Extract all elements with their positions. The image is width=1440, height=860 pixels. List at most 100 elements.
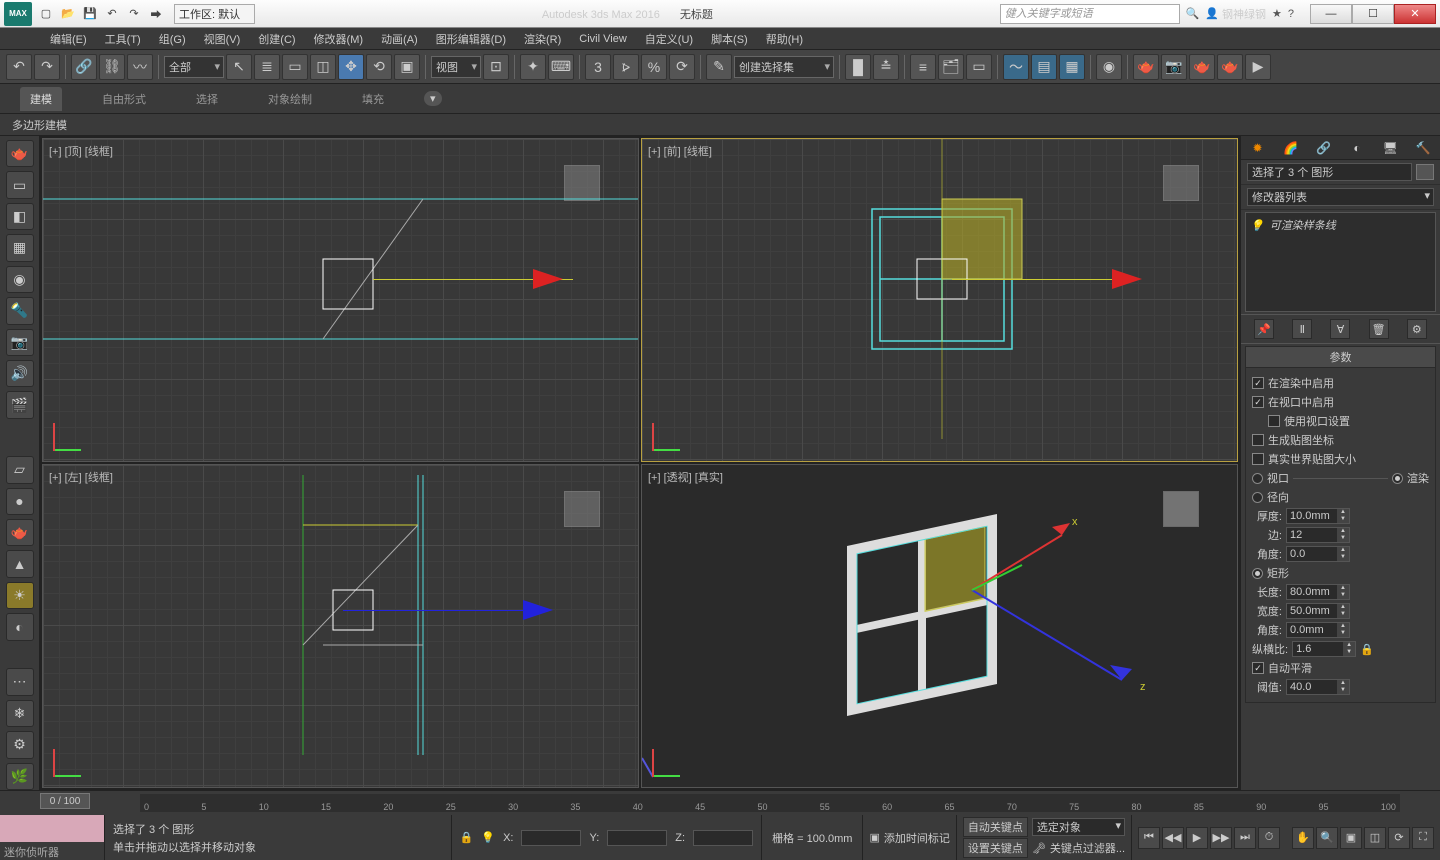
add-time-tag[interactable]: 添加时间标记 — [884, 830, 950, 846]
redo-button[interactable]: ↷ — [34, 54, 60, 80]
enable-viewport-checkbox[interactable] — [1252, 396, 1264, 408]
select-object-button[interactable]: ↖ — [226, 54, 252, 80]
utilities-tab-icon[interactable]: 🔨 — [1414, 139, 1432, 157]
redo-icon[interactable]: ↷ — [124, 4, 144, 24]
search-icon[interactable]: 🔍 — [1186, 7, 1200, 20]
undo-button[interactable]: ↶ — [6, 54, 32, 80]
enable-render-checkbox[interactable] — [1252, 377, 1264, 389]
tool-icon[interactable]: ⚙ — [6, 731, 34, 758]
menu-rendering[interactable]: 渲染(R) — [524, 31, 561, 47]
menu-view[interactable]: 视图(V) — [204, 31, 241, 47]
keyfilter-dropdown[interactable]: 选定对象 — [1032, 818, 1125, 836]
scene-explorer-button[interactable]: 🗂 — [938, 54, 964, 80]
menu-edit[interactable]: 编辑(E) — [50, 31, 87, 47]
viewport-radio[interactable] — [1252, 473, 1263, 484]
lock-selection-icon[interactable]: 🔒 — [460, 831, 474, 844]
goto-end-icon[interactable]: ⏭ — [1234, 827, 1256, 849]
threshold-spinner[interactable]: ▲▼ — [1286, 679, 1350, 695]
remove-mod-icon[interactable]: 🗑 — [1369, 319, 1389, 339]
timeline[interactable]: 0 / 100 05101520253035404550556065707580… — [0, 791, 1440, 815]
tool-icon[interactable]: 🌿 — [6, 763, 34, 790]
angle-snap-button[interactable]: ⦠ — [613, 54, 639, 80]
select-rect-button[interactable]: ▭ — [282, 54, 308, 80]
maximize-button[interactable]: ☐ — [1352, 4, 1394, 24]
prev-frame-icon[interactable]: ◀◀ — [1162, 827, 1184, 849]
use-viewport-checkbox[interactable] — [1268, 415, 1280, 427]
render-setup-button[interactable]: 🫖 — [1133, 54, 1159, 80]
object-name-field[interactable]: 选择了 3 个 图形 — [1247, 163, 1412, 181]
realworld-checkbox[interactable] — [1252, 453, 1264, 465]
motion-tab-icon[interactable]: ◐ — [1348, 139, 1366, 157]
teapot-icon[interactable]: 🫖 — [6, 140, 34, 167]
display-tab-icon[interactable]: 🖥 — [1381, 139, 1399, 157]
zoom-extents-icon[interactable]: ▣ — [1340, 827, 1362, 849]
next-frame-icon[interactable]: ▶▶ — [1210, 827, 1232, 849]
ribbon-tab-populate[interactable]: 填充 — [352, 87, 394, 111]
gen-uv-checkbox[interactable] — [1252, 434, 1264, 446]
pivot-button[interactable]: ⊡ — [483, 54, 509, 80]
ribbon-tab-selection[interactable]: 选择 — [186, 87, 228, 111]
render-iterative-button[interactable]: 🫖 — [1217, 54, 1243, 80]
tool-icon[interactable]: ◐ — [6, 613, 34, 640]
account-name[interactable]: 👤 钢神绿钢 — [1205, 6, 1266, 22]
workspace-selector[interactable]: 工作区: 默认 — [174, 4, 255, 24]
select-scale-button[interactable]: ▣ — [394, 54, 420, 80]
menu-script[interactable]: 脚本(S) — [711, 31, 748, 47]
width-spinner[interactable]: ▲▼ — [1286, 603, 1350, 619]
ribbon-tab-modeling[interactable]: 建模 — [20, 87, 62, 111]
tool-icon[interactable]: 🫖 — [6, 519, 34, 546]
configure-icon[interactable]: ⚙ — [1407, 319, 1427, 339]
x-input[interactable] — [521, 830, 581, 846]
menu-civilview[interactable]: Civil View — [579, 33, 626, 45]
autosmooth-checkbox[interactable] — [1252, 662, 1264, 674]
open-icon[interactable]: 📂 — [58, 4, 78, 24]
menu-group[interactable]: 组(G) — [159, 31, 186, 47]
tool-icon[interactable]: 📷 — [6, 329, 34, 356]
ribbon-expand-icon[interactable]: ▾ — [424, 91, 442, 106]
time-ruler[interactable]: 0510152025303540455055606570758085909510… — [140, 794, 1400, 812]
unlink-button[interactable]: ⛓ — [99, 54, 125, 80]
tool-icon[interactable]: ● — [6, 488, 34, 515]
time-tag-icon[interactable]: ▣ — [869, 831, 879, 844]
link-button[interactable]: 🔗 — [71, 54, 97, 80]
ribbon-tab-freeform[interactable]: 自由形式 — [92, 87, 156, 111]
manipulate-button[interactable]: ✦ — [520, 54, 546, 80]
render-last-button[interactable]: ▶ — [1245, 54, 1271, 80]
link-icon[interactable]: ⮕ — [146, 4, 166, 24]
tool-icon[interactable]: ◧ — [6, 203, 34, 230]
layer-manager-button[interactable]: ≡ — [910, 54, 936, 80]
menu-help[interactable]: 帮助(H) — [766, 31, 803, 47]
angle2-spinner[interactable]: ▲▼ — [1286, 622, 1350, 638]
aspect-spinner[interactable]: ▲▼ — [1292, 641, 1356, 657]
rollout-header[interactable]: 参数 — [1245, 346, 1436, 368]
selection-filter[interactable]: 全部 — [164, 56, 224, 78]
menu-grapheditors[interactable]: 图形编辑器(D) — [436, 31, 506, 47]
percent-snap-button[interactable]: % — [641, 54, 667, 80]
schematic-view-button[interactable]: ▦ — [1059, 54, 1085, 80]
time-config-icon[interactable]: ⏱ — [1258, 827, 1280, 849]
tool-icon[interactable]: ▦ — [6, 234, 34, 261]
fov-icon[interactable]: ◫ — [1364, 827, 1386, 849]
viewport-top[interactable]: [+] [顶] [线框] — [42, 138, 639, 462]
tool-icon[interactable]: ⋯ — [6, 668, 34, 695]
material-editor-button[interactable]: ◉ — [1096, 54, 1122, 80]
select-name-button[interactable]: ≣ — [254, 54, 280, 80]
tool-icon[interactable]: ◉ — [6, 266, 34, 293]
modify-tab-icon[interactable]: 🌈 — [1282, 139, 1300, 157]
maxscript-listener[interactable] — [0, 815, 104, 842]
keyfilter-button[interactable]: 关键点过滤器... — [1050, 840, 1125, 856]
zoom-icon[interactable]: 🔍 — [1316, 827, 1338, 849]
menu-create[interactable]: 创建(C) — [258, 31, 295, 47]
play-icon[interactable]: ▶ — [1186, 827, 1208, 849]
modifier-list-dropdown[interactable]: 修改器列表 — [1247, 188, 1434, 206]
bind-button[interactable]: 〰 — [127, 54, 153, 80]
orbit-icon[interactable]: ⟳ — [1388, 827, 1410, 849]
undo-icon[interactable]: ↶ — [102, 4, 122, 24]
tool-icon[interactable]: ❄ — [6, 700, 34, 727]
ribbon-toggle-button[interactable]: ▭ — [966, 54, 992, 80]
window-crossing-button[interactable]: ◫ — [310, 54, 336, 80]
pin-stack-icon[interactable]: 📌 — [1254, 319, 1274, 339]
menu-customize[interactable]: 自定义(U) — [645, 31, 693, 47]
named-selection-set[interactable]: 创建选择集 — [734, 56, 834, 78]
minimize-button[interactable]: — — [1310, 4, 1352, 24]
